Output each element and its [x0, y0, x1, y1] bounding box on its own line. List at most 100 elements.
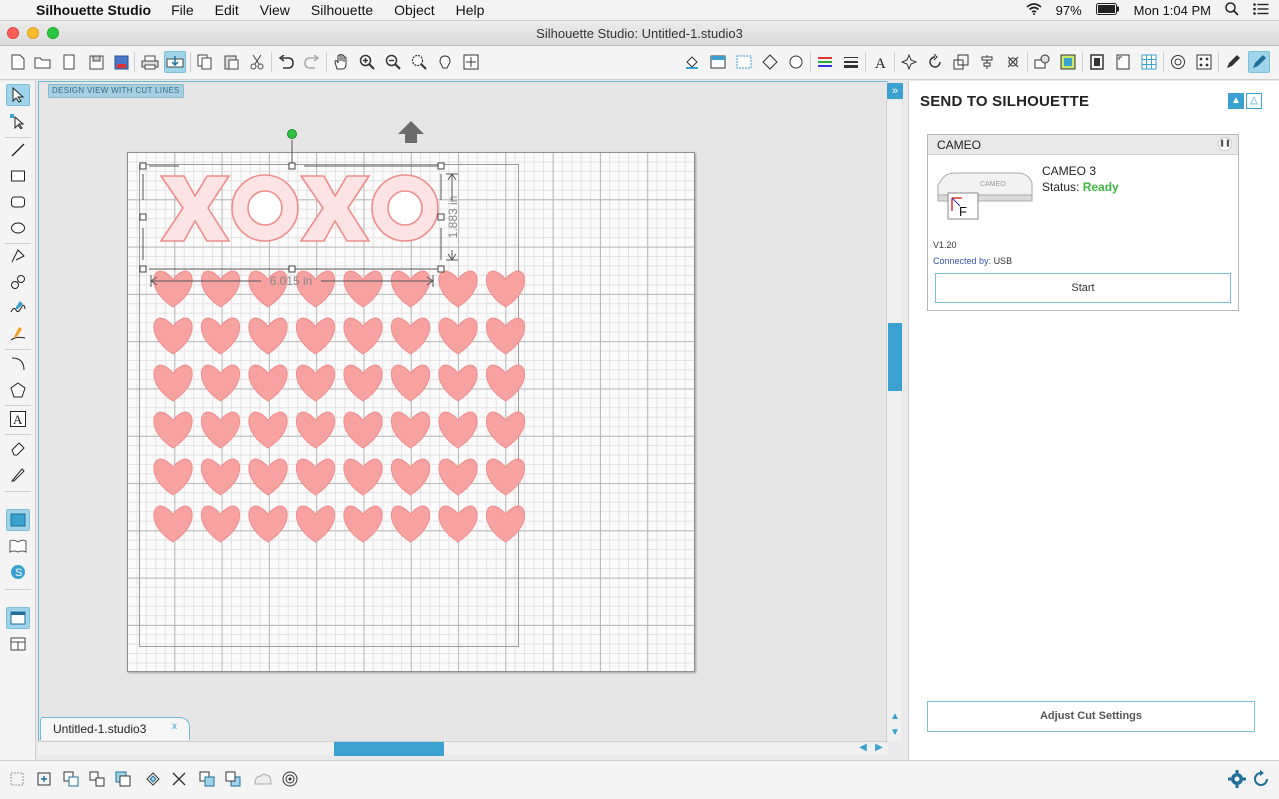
panel-expand-up-icon[interactable]: ▲	[1228, 93, 1244, 109]
heart-shape[interactable]	[438, 317, 478, 355]
heart-shape[interactable]	[438, 270, 478, 308]
heart-shape[interactable]	[391, 458, 430, 496]
heart-shape[interactable]	[296, 458, 335, 496]
heart-shape[interactable]	[248, 505, 288, 543]
settings-gear-icon[interactable]	[1226, 768, 1248, 790]
line-width-icon[interactable]	[840, 51, 862, 73]
design-workspace[interactable]: DESIGN VIEW WITH CUT LINES 6.015 in 1.88…	[38, 81, 888, 741]
pause-icon[interactable]: ❚❚	[1218, 137, 1232, 151]
new-document-icon[interactable]	[7, 51, 29, 73]
heart-shape[interactable]	[391, 505, 430, 543]
make-compound-path-icon[interactable]	[112, 768, 134, 790]
paste-icon[interactable]	[220, 51, 242, 73]
heart-shape[interactable]	[486, 270, 525, 308]
menu-help[interactable]: Help	[456, 2, 485, 18]
weld-icon[interactable]	[252, 768, 274, 790]
sketch-pen-icon[interactable]	[1222, 51, 1244, 73]
split-view-icon[interactable]	[6, 633, 30, 655]
heart-shape[interactable]	[391, 270, 430, 308]
rounded-rectangle-tool-icon[interactable]	[6, 191, 30, 213]
heart-shape[interactable]	[248, 411, 288, 449]
delete-icon[interactable]	[168, 768, 190, 790]
line-style-icon[interactable]	[759, 51, 781, 73]
heart-shape[interactable]	[438, 505, 478, 543]
start-button[interactable]: Start	[935, 273, 1231, 303]
single-panel-view-icon[interactable]	[6, 607, 30, 629]
text-style-icon[interactable]: A	[869, 51, 891, 73]
heart-shape[interactable]	[391, 411, 430, 449]
device-card[interactable]: CAMEO ❚❚ CAMEO F CAMEO 3 Status: Ready V…	[927, 134, 1239, 311]
curve-tool-icon[interactable]	[6, 271, 30, 293]
transform-icon[interactable]	[898, 51, 920, 73]
offset-bottom-icon[interactable]	[279, 768, 301, 790]
trace-icon[interactable]	[1057, 51, 1079, 73]
cut-scissors-icon[interactable]	[246, 51, 268, 73]
vertical-scroll-thumb[interactable]	[888, 323, 902, 391]
regular-polygon-tool-icon[interactable]	[6, 379, 30, 401]
redo-icon[interactable]	[301, 51, 323, 73]
ellipse-tool-icon[interactable]	[6, 217, 30, 239]
heart-shape[interactable]	[296, 411, 335, 449]
fit-to-window-icon[interactable]	[460, 51, 482, 73]
heart-shape[interactable]	[438, 411, 478, 449]
heart-shape[interactable]	[296, 317, 335, 355]
heart-shape[interactable]	[201, 505, 240, 543]
heart-shape[interactable]	[153, 317, 193, 355]
select-tool-icon[interactable]	[6, 84, 30, 106]
heart-shape[interactable]	[343, 458, 383, 496]
menu-silhouette[interactable]: Silhouette	[311, 2, 373, 18]
scroll-right-arrow-icon[interactable]: ▶	[873, 742, 885, 754]
battery-icon[interactable]	[1095, 3, 1120, 18]
library-icon[interactable]	[1167, 51, 1189, 73]
heart-shape[interactable]	[153, 458, 193, 496]
heart-shape[interactable]	[201, 411, 240, 449]
scroll-up-arrow-icon[interactable]: ▲	[889, 711, 901, 723]
deselect-icon[interactable]	[33, 768, 55, 790]
heart-shape[interactable]	[201, 317, 240, 355]
sync-icon[interactable]	[1250, 768, 1272, 790]
app-menu[interactable]: Silhouette Studio	[36, 2, 151, 18]
polygon-tool-icon[interactable]	[6, 245, 30, 267]
store-view-icon[interactable]: S	[6, 561, 30, 583]
close-document-tab-icon[interactable]: x	[172, 721, 177, 732]
point-edit-tool-icon[interactable]	[6, 110, 30, 132]
store-icon[interactable]	[1193, 51, 1215, 73]
select-all-icon[interactable]	[6, 768, 28, 790]
rotation-handle[interactable]	[287, 129, 297, 139]
heart-shape[interactable]	[153, 505, 193, 543]
freehand-tool-icon[interactable]	[6, 297, 30, 319]
text-tool-icon[interactable]: A	[6, 408, 30, 430]
fill-pattern-icon[interactable]	[733, 51, 755, 73]
heart-shape[interactable]	[391, 317, 430, 355]
heart-shape[interactable]	[153, 270, 193, 308]
heart-shape[interactable]	[248, 458, 288, 496]
heart-shape[interactable]	[343, 317, 383, 355]
group-icon[interactable]	[60, 768, 82, 790]
xoxo-text-outline[interactable]	[159, 174, 439, 242]
heart-shape[interactable]	[486, 505, 525, 543]
heart-shape[interactable]	[343, 270, 383, 308]
knife-tool-icon[interactable]	[6, 463, 30, 485]
horizontal-scrollbar[interactable]	[38, 741, 888, 756]
scale-icon[interactable]	[950, 51, 972, 73]
zoom-box-icon[interactable]	[408, 51, 430, 73]
registration-marks-icon[interactable]	[1112, 51, 1134, 73]
copy-icon[interactable]	[194, 51, 216, 73]
open-library-icon[interactable]	[58, 51, 80, 73]
document-tab[interactable]: Untitled-1.studio3 x	[40, 717, 190, 740]
heart-shape[interactable]	[153, 411, 193, 449]
heart-shape[interactable]	[486, 411, 525, 449]
fill-gradient-icon[interactable]	[707, 51, 729, 73]
line-color-icon[interactable]	[814, 51, 836, 73]
smooth-freehand-tool-icon[interactable]	[6, 323, 30, 345]
wifi-icon[interactable]	[1026, 3, 1042, 18]
vertical-scrollbar[interactable]	[886, 101, 902, 741]
offset-icon[interactable]	[1031, 51, 1053, 73]
open-folder-icon[interactable]	[32, 51, 54, 73]
undo-icon[interactable]	[275, 51, 297, 73]
zoom-out-icon[interactable]	[382, 51, 404, 73]
save-to-library-icon[interactable]	[110, 51, 132, 73]
heart-shape[interactable]	[248, 364, 288, 402]
ungroup-icon[interactable]	[86, 768, 108, 790]
fill-color-icon[interactable]	[681, 51, 703, 73]
